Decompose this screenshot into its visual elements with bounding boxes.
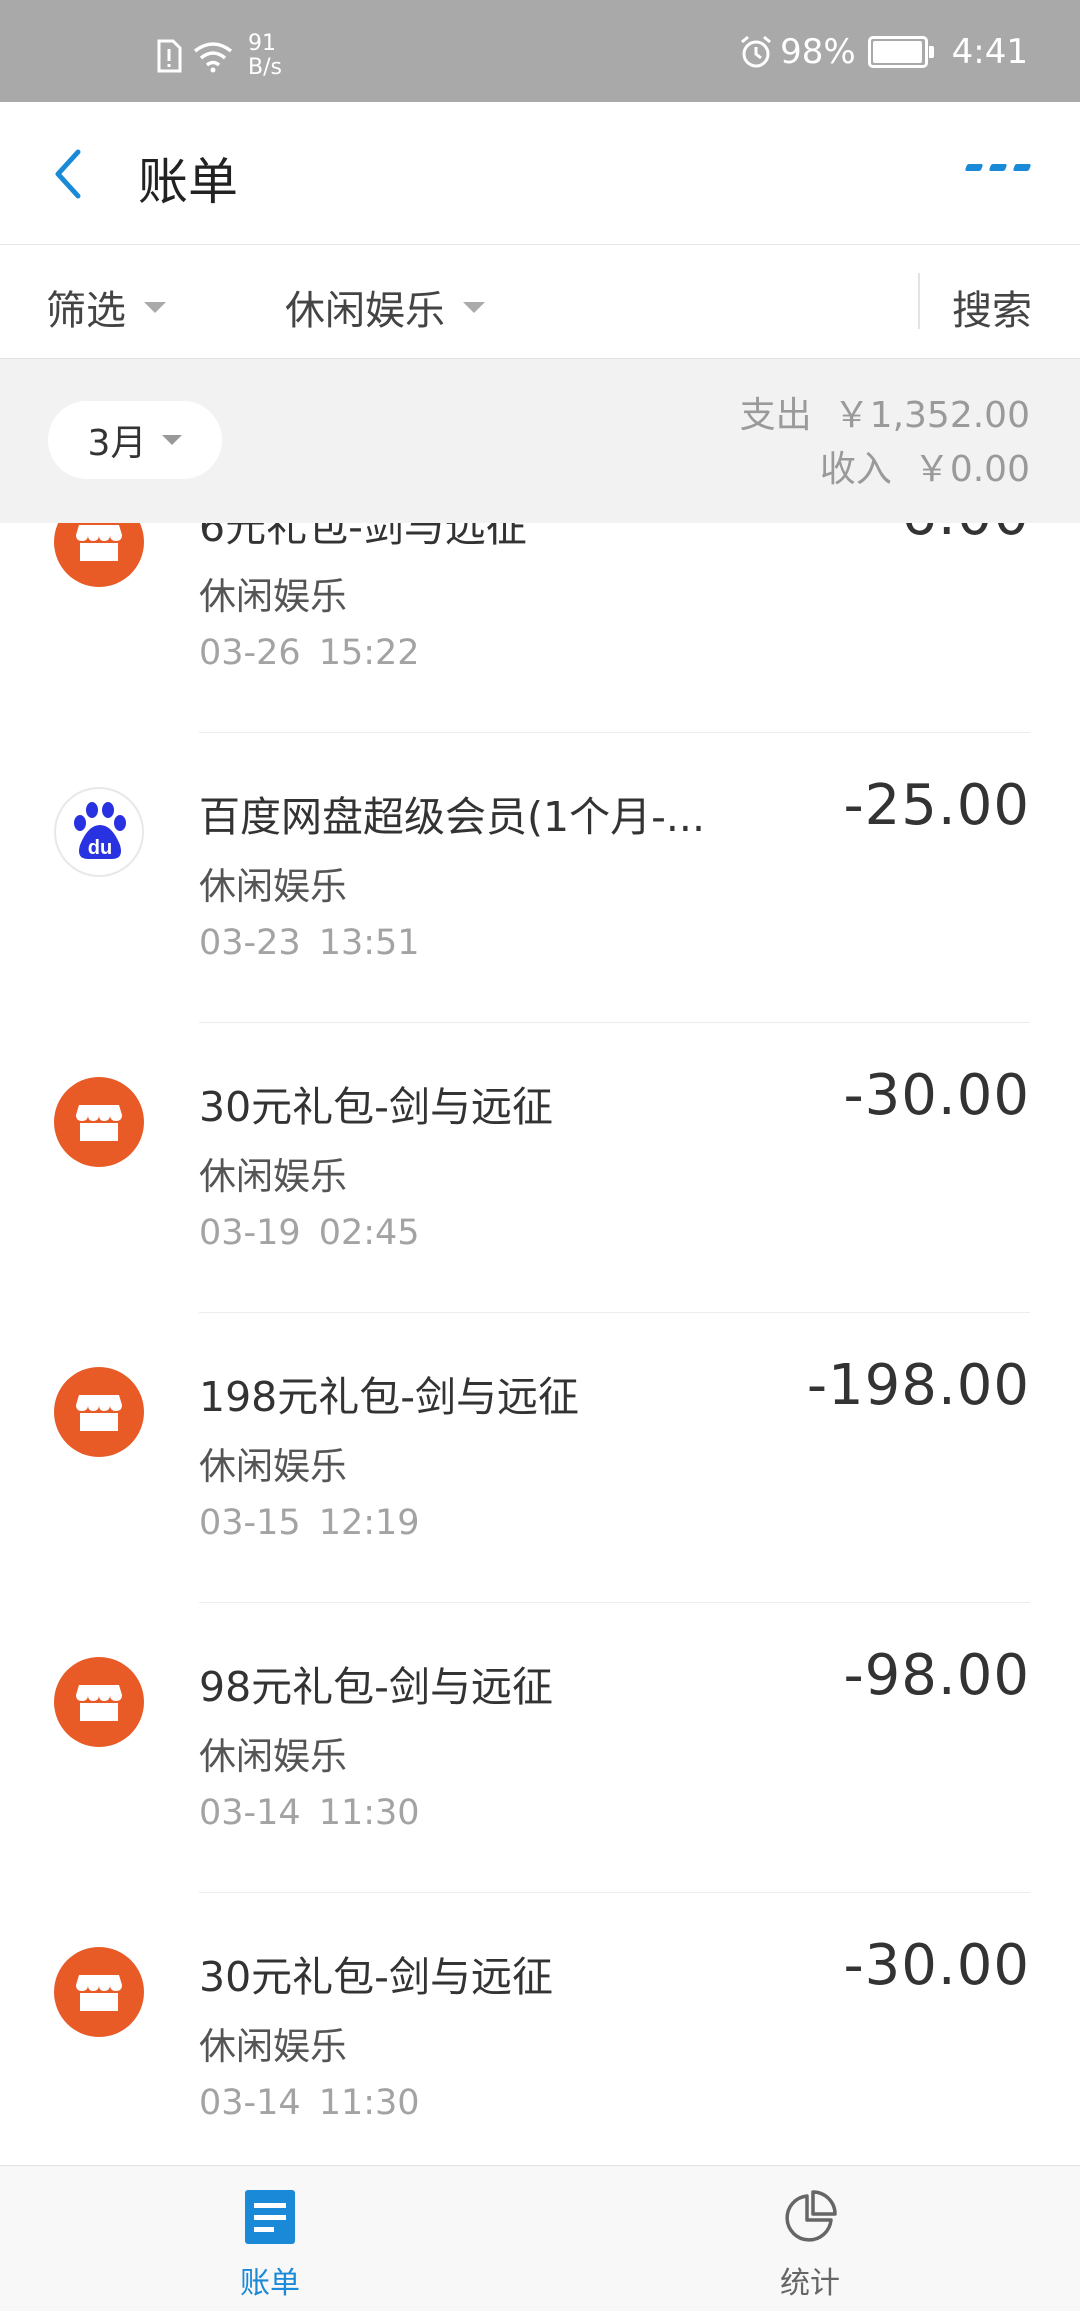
transaction-name: 百度网盘超级会员(1个月-... — [199, 793, 705, 841]
transaction-time: 15:22 — [318, 633, 420, 673]
transaction-name: 30元礼包-剑与远征 — [199, 1953, 553, 2001]
category-dropdown[interactable]: 休闲娱乐 — [285, 278, 485, 336]
sim-alert-icon — [157, 39, 182, 73]
pie-chart-icon — [785, 2190, 837, 2242]
transaction-amount: -30.00 — [843, 1933, 1030, 1998]
month-selector[interactable]: 3月 — [48, 401, 222, 479]
transaction-datetime: 03-19 02:45 — [199, 1213, 420, 1253]
month-summary: 3月 支出 ￥1,352.00 收入 ￥0.00 — [0, 359, 1080, 523]
chevron-down-icon — [463, 301, 485, 313]
more-options-icon[interactable] — [964, 164, 1032, 171]
transaction-amount: -25.00 — [843, 773, 1030, 838]
transaction-datetime: 03-23 13:51 — [199, 923, 420, 963]
transaction-list: 6元礼包-剑与远征休闲娱乐 03-26 15:22 -6.00 du 百度网盘超级会员(1… — [0, 523, 1080, 2165]
chevron-down-icon — [162, 435, 183, 445]
transaction-date: 03-26 — [199, 633, 301, 673]
transaction-amount: -6.00 — [880, 523, 1030, 548]
status-bar: 91 B/s 98% 4:41 — [0, 0, 1080, 102]
transaction-category: 休闲娱乐 — [199, 1155, 347, 1198]
transaction-datetime: 03-14 11:30 — [199, 2083, 420, 2123]
category-label: 休闲娱乐 — [285, 288, 445, 334]
expense-total: 支出 ￥1,352.00 — [740, 389, 1030, 443]
transaction-name: 198元礼包-剑与远征 — [199, 1373, 580, 1421]
transaction-amount: -98.00 — [843, 1643, 1030, 1708]
transaction-amount: -30.00 — [843, 1063, 1030, 1128]
transaction-time: 13:51 — [318, 923, 420, 963]
network-speed: 91 B/s — [248, 32, 282, 80]
transaction-row[interactable]: 98元礼包-剑与远征休闲娱乐 03-14 11:30 -98.00 — [0, 1603, 1080, 1893]
transaction-name: 98元礼包-剑与远征 — [199, 1663, 553, 1711]
transaction-name: 6元礼包-剑与远征 — [199, 523, 527, 551]
transaction-category: 休闲娱乐 — [199, 2025, 347, 2068]
transaction-row[interactable]: 30元礼包-剑与远征休闲娱乐 03-19 02:45 -30.00 — [0, 1023, 1080, 1313]
transaction-row[interactable]: 198元礼包-剑与远征休闲娱乐 03-15 12:19 -198.00 — [0, 1313, 1080, 1603]
transaction-category: 休闲娱乐 — [199, 575, 347, 618]
transaction-datetime: 03-15 12:19 — [199, 1503, 420, 1543]
shop-icon — [54, 523, 144, 587]
transaction-datetime: 03-14 11:30 — [199, 1793, 420, 1833]
svg-text:du: du — [88, 837, 112, 859]
filter-dropdown[interactable]: 筛选 — [46, 278, 166, 336]
nav-label-bills: 账单 — [240, 2266, 300, 2301]
transaction-time: 11:30 — [318, 1793, 420, 1833]
battery-icon — [867, 36, 934, 68]
transaction-category: 休闲娱乐 — [199, 1735, 347, 1778]
transaction-date: 03-15 — [199, 1503, 301, 1543]
shop-icon — [54, 1367, 144, 1457]
transaction-datetime: 03-26 15:22 — [199, 633, 420, 673]
transaction-row[interactable]: 30元礼包-剑与远征休闲娱乐 03-14 11:30 -30.00 — [0, 1893, 1080, 2165]
nav-tab-bills[interactable]: 账单 — [0, 2166, 540, 2311]
bottom-navigation: 账单 统计 — [0, 2165, 1080, 2311]
chevron-down-icon — [144, 301, 166, 313]
income-value: ￥0.00 — [913, 449, 1030, 490]
search-button[interactable]: 搜索 — [952, 278, 1032, 336]
page-title: 账单 — [138, 153, 238, 211]
transaction-date: 03-14 — [199, 1793, 301, 1833]
back-arrow-icon[interactable] — [48, 144, 88, 204]
expense-label: 支出 — [739, 395, 812, 436]
alarm-icon — [741, 35, 772, 68]
transaction-time: 02:45 — [318, 1213, 420, 1253]
status-time: 4:41 — [951, 32, 1028, 72]
shop-icon — [54, 1657, 144, 1747]
nav-label-stats: 统计 — [780, 2266, 840, 2301]
transaction-category: 休闲娱乐 — [199, 865, 347, 908]
expense-value: ￥1,352.00 — [833, 395, 1030, 436]
app-header: 账单 — [0, 102, 1080, 245]
transaction-name: 30元礼包-剑与远征 — [199, 1083, 553, 1131]
transaction-category: 休闲娱乐 — [199, 1445, 347, 1488]
nav-tab-stats[interactable]: 统计 — [540, 2166, 1080, 2311]
transaction-row[interactable]: du 百度网盘超级会员(1个月-... 休闲娱乐 03-23 13:51 -25.00 — [0, 733, 1080, 1023]
status-left: 91 B/s — [156, 32, 282, 80]
transaction-time: 11:30 — [318, 2083, 420, 2123]
income-total: 收入 ￥0.00 — [740, 443, 1030, 497]
transaction-date: 03-19 — [199, 1213, 301, 1253]
transaction-time: 12:19 — [318, 1503, 420, 1543]
income-label: 收入 — [819, 449, 892, 490]
filter-label: 筛选 — [46, 288, 126, 334]
transaction-date: 03-23 — [199, 923, 301, 963]
shop-icon — [54, 1947, 144, 2037]
battery-percent: 98% — [780, 32, 856, 72]
net-speed-unit: B/s — [248, 55, 282, 80]
filter-bar: 筛选 休闲娱乐 搜索 — [0, 245, 1080, 359]
transaction-row[interactable]: 6元礼包-剑与远征休闲娱乐 03-26 15:22 -6.00 — [0, 523, 1080, 733]
bill-list-icon — [245, 2190, 295, 2244]
baidu-icon: du — [54, 787, 144, 877]
transaction-amount: -198.00 — [806, 1353, 1030, 1418]
totals: 支出 ￥1,352.00 收入 ￥0.00 — [740, 389, 1030, 497]
net-speed-value: 91 — [248, 31, 276, 56]
wifi-icon — [193, 42, 233, 73]
filter-divider — [918, 273, 920, 329]
shop-icon — [54, 1077, 144, 1167]
transaction-date: 03-14 — [199, 2083, 301, 2123]
status-right: 98% 4:41 — [738, 32, 1028, 72]
month-label: 3月 — [87, 423, 147, 464]
